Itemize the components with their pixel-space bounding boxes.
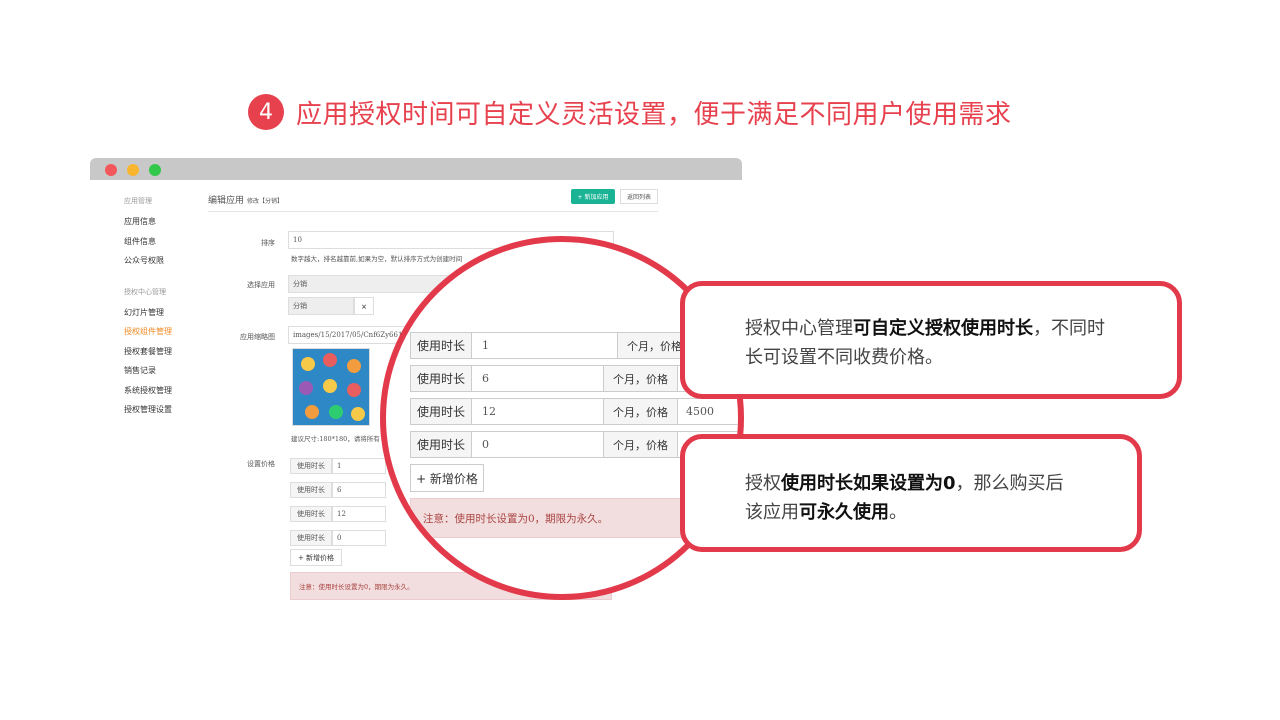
callout1-text: 授权中心管理: [745, 318, 853, 339]
duration-input[interactable]: 0: [332, 530, 386, 546]
callout2-text: 。: [889, 502, 907, 523]
callout1-text: 长可设置不同收费价格。: [745, 347, 943, 368]
sidebar-item-wechat-permissions[interactable]: 公众号权限: [124, 255, 204, 275]
duration-input[interactable]: 1: [332, 458, 386, 474]
selected-app-tag: 分销: [288, 297, 354, 315]
callout2-text: ，那么购买后: [955, 473, 1064, 494]
sidebar-item-app-info[interactable]: 应用信息: [124, 216, 204, 236]
price-label: 设置价格: [247, 460, 275, 468]
page-subtitle: 修改【分销】: [247, 198, 284, 205]
heading-text: 应用授权时间可自定义灵活设置，便于满足不同用户使用需求: [296, 99, 1012, 130]
add-price-button[interactable]: + 新增价格: [290, 549, 342, 566]
minimize-dot-icon[interactable]: [127, 164, 139, 176]
close-dot-icon[interactable]: [105, 164, 117, 176]
duration-label: 使用时长: [410, 332, 472, 359]
callout1-highlight: 可自定义授权使用时长: [853, 318, 1033, 339]
sidebar-item-auth-packages[interactable]: 授权套餐管理: [124, 346, 204, 366]
sidebar-item-slides[interactable]: 幻灯片管理: [124, 307, 204, 327]
remove-tag-icon[interactable]: ×: [354, 297, 374, 315]
callout2-text: 授权: [745, 473, 781, 494]
duration-label: 使用时长: [410, 365, 472, 392]
thumbnail-image: [292, 348, 370, 426]
maximize-dot-icon[interactable]: [149, 164, 161, 176]
window-titlebar: [90, 158, 742, 180]
duration-input[interactable]: 1: [472, 332, 618, 359]
duration-label: 使用时长: [290, 506, 332, 522]
duration-input[interactable]: 0: [472, 431, 604, 458]
sidebar: 应用管理 应用信息 组件信息 公众号权限 授权中心管理 幻灯片管理 授权组件管理…: [124, 196, 204, 424]
select-app-label: 选择应用: [247, 281, 275, 289]
page-title-text: 编辑应用: [208, 196, 245, 206]
slide-heading: 4 应用授权时间可自定义灵活设置，便于满足不同用户使用需求: [248, 94, 1012, 130]
sort-label: 排序: [261, 239, 275, 247]
sort-hint: 数字越大，排名越靠前,如果为空，默认排序方式为创建时间: [291, 255, 463, 263]
duration-label: 使用时长: [290, 530, 332, 546]
back-to-list-button[interactable]: 返回列表: [620, 189, 658, 204]
title-divider: [208, 211, 658, 212]
duration-label: 使用时长: [290, 458, 332, 474]
callout2-highlight: 可永久使用: [799, 502, 889, 523]
callout2-highlight: 使用时长如果设置为0: [781, 473, 956, 494]
callout1-text: ，不同时: [1033, 318, 1105, 339]
add-app-button[interactable]: + 新加应用: [571, 189, 615, 204]
sidebar-group-auth: 授权中心管理: [124, 287, 166, 296]
unit-label: 个月，价格: [604, 398, 678, 425]
price-row: 使用时长 12 个月，价格 4500: [410, 398, 738, 425]
duration-input[interactable]: 6: [332, 482, 386, 498]
unit-label: 个月，价格: [604, 431, 678, 458]
thumbnail-label: 应用缩略图: [240, 333, 275, 341]
duration-input[interactable]: 12: [472, 398, 604, 425]
callout-permanent-use: 授权使用时长如果设置为0，那么购买后 该应用可永久使用。: [680, 434, 1142, 552]
step-badge: 4: [248, 94, 284, 130]
sidebar-item-auth-settings[interactable]: 授权管理设置: [124, 404, 204, 424]
callout-custom-duration: 授权中心管理可自定义授权使用时长，不同时 长可设置不同收费价格。: [680, 281, 1182, 399]
sidebar-item-auth-components[interactable]: 授权组件管理: [124, 326, 204, 346]
sidebar-item-system-auth[interactable]: 系统授权管理: [124, 385, 204, 405]
duration-label: 使用时长: [410, 398, 472, 425]
sidebar-group-app: 应用管理: [124, 197, 152, 205]
add-price-button[interactable]: + 新增价格: [410, 464, 484, 492]
price-input[interactable]: 4500: [678, 398, 738, 425]
page-title: 编辑应用 修改【分销】: [208, 193, 283, 206]
duration-input[interactable]: 6: [472, 365, 604, 392]
duration-label: 使用时长: [410, 431, 472, 458]
sidebar-item-sales-records[interactable]: 销售记录: [124, 365, 204, 385]
sidebar-item-components[interactable]: 组件信息: [124, 236, 204, 256]
duration-input[interactable]: 12: [332, 506, 386, 522]
duration-label: 使用时长: [290, 482, 332, 498]
callout2-text: 该应用: [745, 502, 799, 523]
unit-label: 个月，价格: [604, 365, 678, 392]
thumbnail-hint: 建议尺寸:180*180，请将所有: [291, 435, 380, 443]
